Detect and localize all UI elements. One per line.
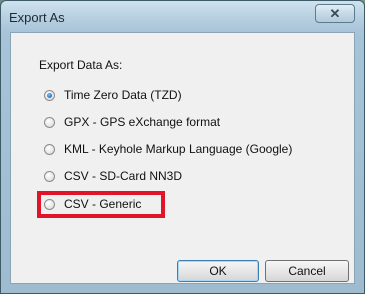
radio-button-checked[interactable] bbox=[44, 89, 55, 101]
close-icon: ✕ bbox=[329, 5, 341, 21]
option-kml[interactable]: KML - Keyhole Markup Language (Google) bbox=[44, 141, 292, 157]
option-label: Time Zero Data (TZD) bbox=[64, 88, 182, 102]
export-as-dialog: Export As ✕ Export Data As: Time Zero Da… bbox=[0, 0, 365, 294]
close-button[interactable]: ✕ bbox=[315, 4, 355, 23]
radio-button[interactable] bbox=[44, 170, 55, 182]
radio-button[interactable] bbox=[44, 143, 55, 155]
option-label: CSV - SD-Card NN3D bbox=[64, 169, 183, 183]
option-csv-sd-card[interactable]: CSV - SD-Card NN3D bbox=[44, 168, 182, 184]
option-label: KML - Keyhole Markup Language (Google) bbox=[64, 142, 293, 156]
dialog-client-area: Export Data As: Time Zero Data (TZD) GPX… bbox=[10, 32, 355, 284]
dialog-title: Export As bbox=[9, 10, 65, 25]
option-label: GPX - GPS eXchange format bbox=[64, 115, 221, 129]
option-time-zero-data[interactable]: Time Zero Data (TZD) bbox=[44, 87, 182, 103]
option-gpx[interactable]: GPX - GPS eXchange format bbox=[44, 114, 220, 130]
ok-button[interactable]: OK bbox=[177, 260, 259, 282]
red-highlight-box bbox=[37, 191, 165, 218]
export-data-as-label: Export Data As: bbox=[39, 58, 123, 72]
radio-button[interactable] bbox=[44, 116, 55, 128]
cancel-button[interactable]: Cancel bbox=[265, 260, 349, 282]
title-bar[interactable]: Export As ✕ bbox=[1, 1, 364, 31]
